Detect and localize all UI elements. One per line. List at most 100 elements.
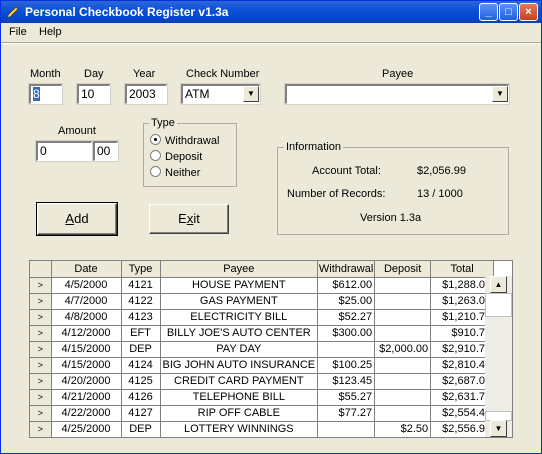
cell-type[interactable]: 4121 (121, 277, 161, 294)
cell-date[interactable]: 4/5/2000 (51, 277, 122, 294)
row-selector[interactable]: > (30, 293, 52, 310)
table-row[interactable]: >4/12/2000 EFT BILLY JOE'S AUTO CENTER $300… (30, 325, 495, 342)
day-input[interactable]: 10 (76, 83, 111, 105)
year-input[interactable]: 2003 (124, 83, 168, 105)
cell-date[interactable]: 4/21/2000 (51, 389, 122, 406)
payee-select[interactable]: ▼ (284, 83, 510, 105)
table-row[interactable]: >4/25/2000 DEP LOTTERY WINNINGS $2.50 $2,556… (30, 421, 495, 437)
check-number-dropdown-arrow-icon[interactable]: ▼ (243, 86, 259, 102)
maximize-button[interactable]: □ (499, 3, 518, 21)
minimize-button[interactable]: _ (479, 3, 498, 21)
table-row[interactable]: >4/15/2000 4124 BIG JOHN AUTO INSURANCE $10… (30, 357, 495, 374)
cell-date[interactable]: 4/22/2000 (51, 405, 122, 422)
cell-withdrawal[interactable]: $100.25 (317, 357, 376, 374)
cell-deposit[interactable] (374, 277, 432, 294)
radio-withdrawal[interactable]: Withdrawal (150, 134, 219, 147)
cell-withdrawal[interactable]: $52.27 (317, 309, 376, 326)
table-row[interactable]: >4/7/2000 4122 GAS PAYMENT $25.00 $1,263.00 (30, 293, 495, 310)
cell-date[interactable]: 4/25/2000 (51, 421, 122, 437)
cell-type[interactable]: DEP (121, 341, 161, 358)
radio-deposit[interactable]: Deposit (150, 150, 202, 163)
cell-withdrawal[interactable]: $55.27 (317, 389, 376, 406)
register-grid[interactable]: Date Type Payee Withdrawal Deposit Total… (29, 260, 513, 438)
cell-type[interactable]: DEP (121, 421, 161, 437)
payee-dropdown-arrow-icon[interactable]: ▼ (492, 86, 508, 102)
cell-payee[interactable]: GAS PAYMENT (160, 293, 319, 310)
close-button[interactable]: × (519, 3, 538, 21)
amount-cents-input[interactable]: 00 (92, 140, 119, 162)
cell-date[interactable]: 4/8/2000 (51, 309, 122, 326)
column-header-date[interactable]: Date (51, 261, 122, 278)
row-selector[interactable]: > (30, 277, 52, 294)
menu-file[interactable]: File (9, 26, 27, 38)
cell-date[interactable]: 4/7/2000 (51, 293, 122, 310)
exit-button[interactable]: Exit (149, 204, 229, 234)
column-header-payee[interactable]: Payee (160, 261, 319, 278)
cell-payee[interactable]: LOTTERY WINNINGS (160, 421, 319, 437)
cell-withdrawal[interactable]: $25.00 (317, 293, 376, 310)
row-selector[interactable]: > (30, 341, 52, 358)
row-selector[interactable]: > (30, 421, 52, 437)
cell-type[interactable]: 4126 (121, 389, 161, 406)
cell-deposit[interactable]: $2.50 (374, 421, 432, 437)
column-header-deposit[interactable]: Deposit (374, 261, 432, 278)
cell-deposit[interactable] (374, 293, 432, 310)
cell-deposit[interactable] (374, 325, 432, 342)
check-number-select[interactable]: ATM ▼ (180, 83, 261, 105)
column-header-total[interactable]: Total (430, 261, 495, 278)
cell-type[interactable]: 4127 (121, 405, 161, 422)
cell-payee[interactable]: ELECTRICITY BILL (160, 309, 319, 326)
column-header-withdrawal[interactable]: Withdrawal (317, 261, 376, 278)
column-header-type[interactable]: Type (121, 261, 161, 278)
cell-date[interactable]: 4/12/2000 (51, 325, 122, 342)
row-selector[interactable]: > (30, 325, 52, 342)
cell-deposit[interactable] (374, 309, 432, 326)
menu-help[interactable]: Help (39, 26, 62, 38)
month-input[interactable]: 8 (28, 83, 63, 105)
cell-deposit[interactable] (374, 405, 432, 422)
cell-withdrawal[interactable]: $612.00 (317, 277, 376, 294)
table-row[interactable]: >4/21/2000 4126 TELEPHONE BILL $55.27 $2,631… (30, 389, 495, 406)
amount-dollars-input[interactable]: 0 (35, 140, 93, 162)
cell-deposit[interactable] (374, 389, 432, 406)
cell-type[interactable]: 4123 (121, 309, 161, 326)
cell-payee[interactable]: TELEPHONE BILL (160, 389, 319, 406)
radio-neither[interactable]: Neither (150, 166, 200, 179)
table-row[interactable]: >4/22/2000 4127 RIP OFF CABLE $77.27 $2,554.… (30, 405, 495, 422)
cell-deposit[interactable] (374, 357, 432, 374)
cell-withdrawal[interactable] (317, 421, 376, 437)
cell-deposit[interactable] (374, 373, 432, 390)
scroll-up-icon[interactable]: ▲ (490, 276, 507, 293)
row-selector[interactable]: > (30, 309, 52, 326)
cell-payee[interactable]: BILLY JOE'S AUTO CENTER (160, 325, 319, 342)
cell-date[interactable]: 4/15/2000 (51, 357, 122, 374)
cell-withdrawal[interactable]: $77.27 (317, 405, 376, 422)
cell-payee[interactable]: BIG JOHN AUTO INSURANCE (160, 357, 319, 374)
table-row[interactable]: >4/15/2000 DEP PAY DAY $2,000.00 $2,910.73 (30, 341, 495, 358)
add-button[interactable]: Add (36, 202, 118, 236)
row-selector[interactable]: > (30, 405, 52, 422)
cell-payee[interactable]: CREDIT CARD PAYMENT (160, 373, 319, 390)
cell-withdrawal[interactable]: $123.45 (317, 373, 376, 390)
cell-payee[interactable]: RIP OFF CABLE (160, 405, 319, 422)
cell-deposit[interactable]: $2,000.00 (374, 341, 432, 358)
cell-date[interactable]: 4/15/2000 (51, 341, 122, 358)
cell-date[interactable]: 4/20/2000 (51, 373, 122, 390)
table-row[interactable]: >4/8/2000 4123 ELECTRICITY BILL $52.27 $1,21… (30, 309, 495, 326)
cell-payee[interactable]: PAY DAY (160, 341, 319, 358)
title-bar[interactable]: Personal Checkbook Register v1.3a _ □ × (1, 1, 541, 23)
cell-type[interactable]: 4122 (121, 293, 161, 310)
row-selector[interactable]: > (30, 373, 52, 390)
row-selector[interactable]: > (30, 389, 52, 406)
scroll-thumb[interactable] (485, 293, 512, 317)
cell-withdrawal[interactable]: $300.00 (317, 325, 376, 342)
cell-withdrawal[interactable] (317, 341, 376, 358)
table-row[interactable]: >4/5/2000 4121 HOUSE PAYMENT $612.00 $1,288.… (30, 277, 495, 294)
cell-type[interactable]: EFT (121, 325, 161, 342)
scroll-down-icon[interactable]: ▼ (490, 420, 507, 437)
grid-scrollbar[interactable]: ▲ ▼ (485, 276, 512, 437)
row-selector[interactable]: > (30, 357, 52, 374)
cell-payee[interactable]: HOUSE PAYMENT (160, 277, 319, 294)
cell-type[interactable]: 4124 (121, 357, 161, 374)
cell-type[interactable]: 4125 (121, 373, 161, 390)
